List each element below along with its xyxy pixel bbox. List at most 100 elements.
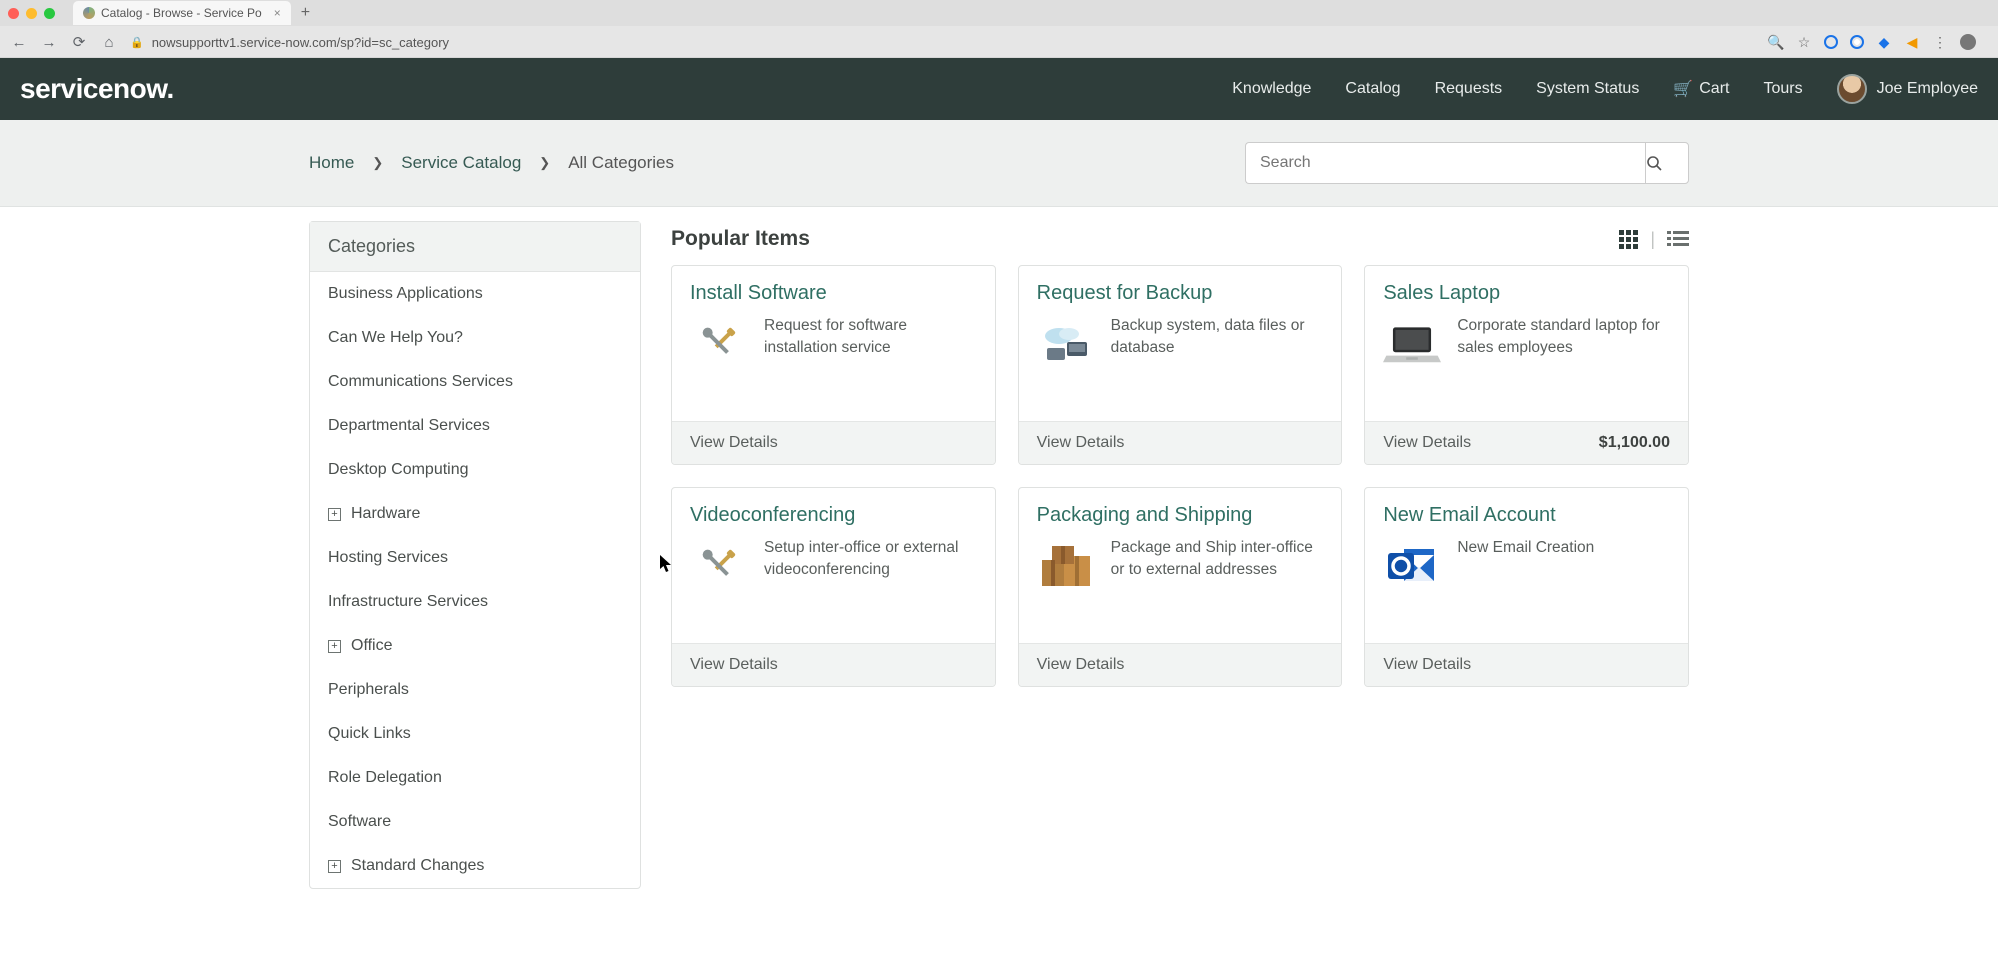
category-item[interactable]: Desktop Computing: [310, 448, 640, 492]
card-description: Backup system, data files or database: [1111, 315, 1324, 360]
card-title[interactable]: Videoconferencing: [690, 504, 977, 527]
grid-view-button[interactable]: [1618, 229, 1638, 249]
card-icon: [1383, 315, 1441, 373]
user-menu[interactable]: Joe Employee: [1837, 74, 1978, 104]
lock-icon: 🔒: [130, 36, 144, 49]
nav-catalog[interactable]: Catalog: [1345, 80, 1400, 98]
card-title[interactable]: Sales Laptop: [1383, 282, 1670, 305]
list-icon: [1667, 230, 1689, 248]
tab-title: Catalog - Browse - Service Po: [101, 6, 262, 20]
forward-button[interactable]: →: [40, 34, 58, 51]
search-button[interactable]: [1645, 142, 1689, 184]
card-description: Request for software installation servic…: [764, 315, 977, 360]
view-details-label: View Details: [1383, 656, 1471, 674]
extension-1-icon[interactable]: [1824, 35, 1838, 49]
category-item[interactable]: +Office: [310, 624, 640, 668]
card-footer[interactable]: View Details: [672, 643, 995, 686]
nav-knowledge[interactable]: Knowledge: [1232, 80, 1311, 98]
crumb-home[interactable]: Home: [309, 153, 354, 173]
category-label: Standard Changes: [351, 857, 484, 875]
card-title[interactable]: Install Software: [690, 282, 977, 305]
card-footer[interactable]: View Details$1,100.00: [1365, 421, 1688, 464]
back-button[interactable]: ←: [10, 34, 28, 51]
expand-icon[interactable]: +: [328, 860, 341, 873]
category-item[interactable]: Infrastructure Services: [310, 580, 640, 624]
category-item[interactable]: Role Delegation: [310, 756, 640, 800]
category-label: Hardware: [351, 505, 420, 523]
new-tab-button[interactable]: +: [301, 4, 310, 22]
avatar-icon: [1837, 74, 1867, 104]
profile-icon[interactable]: [1960, 34, 1976, 50]
category-item[interactable]: + Standard Changes: [310, 844, 640, 888]
star-icon[interactable]: ☆: [1796, 34, 1812, 50]
category-item[interactable]: Software: [310, 800, 640, 844]
tab-close-icon[interactable]: ×: [274, 6, 281, 20]
breadcrumb-bar: Home ❯ Service Catalog ❯ All Categories: [0, 120, 1998, 207]
category-item[interactable]: + Hardware: [310, 492, 640, 536]
category-label: Desktop Computing: [328, 461, 469, 479]
extension-4-icon[interactable]: ◀: [1904, 34, 1920, 50]
crumb-catalog[interactable]: Service Catalog: [401, 153, 521, 173]
top-nav: Knowledge Catalog Requests System Status…: [1232, 74, 1978, 104]
expand-icon[interactable]: +: [328, 508, 341, 521]
items-title: Popular Items: [671, 227, 810, 251]
category-label: Role Delegation: [328, 769, 442, 787]
view-details-label: View Details: [1037, 656, 1125, 674]
window-controls[interactable]: [8, 8, 55, 19]
card-footer[interactable]: View Details: [1365, 643, 1688, 686]
view-switcher: |: [1618, 229, 1689, 250]
home-button[interactable]: ⌂: [100, 34, 118, 51]
category-item[interactable]: Business Applications: [310, 272, 640, 316]
card-icon: [1037, 537, 1095, 595]
card-footer[interactable]: View Details: [1019, 643, 1342, 686]
search-input[interactable]: [1245, 142, 1645, 184]
category-item[interactable]: Departmental Services: [310, 404, 640, 448]
items-area: Popular Items | Install Software Request …: [671, 221, 1689, 687]
catalog-card: Sales Laptop Corporate standard laptop fo…: [1364, 265, 1689, 465]
category-item[interactable]: Peripherals: [310, 668, 640, 712]
category-item[interactable]: Communications Services: [310, 360, 640, 404]
crumb-current: All Categories: [568, 153, 674, 173]
close-window-icon[interactable]: [8, 8, 19, 19]
cart-icon: 🛒: [1673, 79, 1693, 99]
chevron-right-icon: ❯: [539, 155, 550, 171]
nav-requests[interactable]: Requests: [1435, 80, 1503, 98]
browser-tab[interactable]: Catalog - Browse - Service Po ×: [73, 1, 291, 25]
zoom-icon[interactable]: 🔍: [1768, 34, 1784, 50]
app-header: servicenow. Knowledge Catalog Requests S…: [0, 58, 1998, 120]
address-bar[interactable]: 🔒 nowsupporttv1.service-now.com/sp?id=sc…: [130, 35, 449, 50]
reload-button[interactable]: ⟳: [70, 33, 88, 51]
nav-system-status[interactable]: System Status: [1536, 80, 1639, 98]
extension-2-icon[interactable]: [1850, 35, 1864, 49]
category-item[interactable]: Quick Links: [310, 712, 640, 756]
logo[interactable]: servicenow.: [20, 73, 174, 105]
card-title[interactable]: Packaging and Shipping: [1037, 504, 1324, 527]
sidebar-title: Categories: [310, 222, 640, 272]
nav-tours[interactable]: Tours: [1763, 80, 1802, 98]
maximize-window-icon[interactable]: [44, 8, 55, 19]
items-header: Popular Items |: [671, 227, 1689, 251]
list-view-button[interactable]: [1667, 230, 1689, 248]
extension-3-icon[interactable]: ◆: [1876, 34, 1892, 50]
category-label: Software: [328, 813, 391, 831]
category-label: Business Applications: [328, 285, 483, 303]
card-footer[interactable]: View Details: [672, 421, 995, 464]
card-title[interactable]: New Email Account: [1383, 504, 1670, 527]
user-name: Joe Employee: [1877, 80, 1978, 98]
main: Categories Business Applications Can We H…: [0, 207, 1998, 958]
catalog-card: Request for Backup Backup system, data fi…: [1018, 265, 1343, 465]
category-label: Infrastructure Services: [328, 593, 488, 611]
card-footer[interactable]: View Details: [1019, 421, 1342, 464]
expand-icon[interactable]: +: [328, 640, 341, 653]
category-item[interactable]: Hosting Services: [310, 536, 640, 580]
menu-icon[interactable]: ⋮: [1932, 34, 1948, 50]
card-title[interactable]: Request for Backup: [1037, 282, 1324, 305]
browser-chrome: Catalog - Browse - Service Po × + ← → ⟳ …: [0, 0, 1998, 58]
minimize-window-icon[interactable]: [26, 8, 37, 19]
category-item[interactable]: Can We Help You?: [310, 316, 640, 360]
catalog-card: Videoconferencing Setup inter-office or e…: [671, 487, 996, 687]
category-label: Hosting Services: [328, 549, 448, 567]
card-description: Setup inter-office or external videoconf…: [764, 537, 977, 582]
nav-cart[interactable]: 🛒 Cart: [1673, 79, 1729, 99]
card-description: Corporate standard laptop for sales empl…: [1457, 315, 1670, 360]
